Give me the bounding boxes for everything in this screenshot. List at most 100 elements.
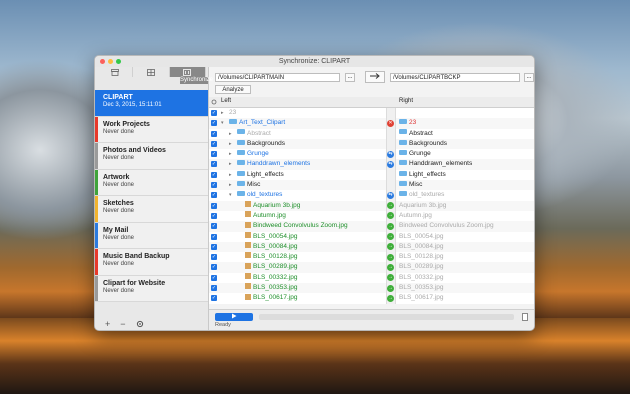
- minimize-window-button[interactable]: [108, 59, 113, 64]
- table-row[interactable]: ✓ BLS_00084.jpg → BLS_00084.jpg: [209, 241, 534, 253]
- close-window-button[interactable]: [100, 59, 105, 64]
- left-path-field[interactable]: /Volumes/CLIPARTMAIN: [215, 73, 340, 82]
- row-checkbox[interactable]: ✓: [211, 274, 217, 281]
- image-file-icon: [245, 262, 251, 269]
- tab-synchronize[interactable]: [169, 67, 206, 77]
- sync-action-icon[interactable]: →: [387, 263, 394, 271]
- row-checkbox[interactable]: ✓: [211, 171, 217, 178]
- table-row[interactable]: ✓ ▸ Misc Misc: [209, 180, 534, 191]
- table-row[interactable]: ✓ ▸ Handdrawn_elements ⇆ Handdrawn_elements: [209, 159, 534, 170]
- left-item-name: Misc: [247, 181, 261, 189]
- tab-grid[interactable]: [133, 67, 170, 77]
- table-row[interactable]: ✓ ▾ old_textures ⇆ old_textures: [209, 190, 534, 201]
- row-checkbox[interactable]: ✓: [211, 202, 217, 209]
- sync-action-icon[interactable]: →: [387, 274, 394, 282]
- left-browse-button[interactable]: ...: [345, 73, 355, 82]
- sidebar-task-item[interactable]: Work Projects Never done: [95, 116, 208, 143]
- sync-action-icon[interactable]: ⇆: [387, 191, 394, 199]
- row-checkbox[interactable]: ✓: [211, 182, 217, 189]
- table-row[interactable]: ✓ ▾ Art_Text_Clipart ✕ 23: [209, 118, 534, 129]
- sidebar-task-item[interactable]: My Mail Never done: [95, 222, 208, 249]
- start-sync-button[interactable]: [215, 313, 253, 321]
- table-row[interactable]: ✓ ▸ Light_effects Light_effects: [209, 169, 534, 181]
- table-row[interactable]: ✓ ▸ 23: [209, 108, 534, 119]
- table-row[interactable]: ✓ BLS_00332.jpg → BLS_00332.jpg: [209, 272, 534, 284]
- tab-archive[interactable]: [97, 67, 134, 77]
- table-row[interactable]: ✓ Aquarium 3b.jpg → Aquarium 3b.jpg: [209, 200, 534, 211]
- progress-bar: [259, 314, 514, 320]
- table-row[interactable]: ✓ BLS_00617.jpg → BLS_00617.jpg: [209, 293, 534, 304]
- left-item-name: BLS_00084.jpg: [253, 242, 298, 250]
- analyze-button[interactable]: Analyze: [215, 85, 251, 94]
- sync-action-icon[interactable]: →: [387, 294, 394, 302]
- sync-action-icon[interactable]: →: [387, 253, 394, 261]
- row-checkbox[interactable]: ✓: [211, 151, 217, 158]
- sidebar-task-item[interactable]: Music Band Backup Never done: [95, 249, 208, 276]
- table-row[interactable]: ✓ BLS_00353.jpg → BLS_00353.jpg: [209, 283, 534, 294]
- row-checkbox[interactable]: ✓: [211, 233, 217, 240]
- sync-action-icon[interactable]: →: [387, 222, 394, 230]
- gear-icon[interactable]: [136, 320, 144, 328]
- right-item: Autumn.jpg: [399, 211, 432, 221]
- sync-action-icon[interactable]: →: [387, 243, 394, 251]
- disclosure-triangle[interactable]: ▸: [229, 129, 237, 139]
- add-task-button[interactable]: +: [105, 319, 110, 329]
- disclosure-triangle[interactable]: ▸: [229, 149, 237, 159]
- disclosure-triangle[interactable]: ▸: [221, 108, 229, 118]
- left-item: BLS_00332.jpg: [221, 273, 402, 283]
- sync-action-icon[interactable]: ⇆: [387, 150, 394, 158]
- row-checkbox[interactable]: ✓: [211, 161, 217, 168]
- task-status: Never done: [103, 234, 135, 241]
- row-checkbox[interactable]: ✓: [211, 243, 217, 250]
- row-checkbox[interactable]: ✓: [211, 295, 217, 302]
- sidebar-task-item[interactable]: Sketches Never done: [95, 196, 208, 223]
- task-color-bar: [95, 90, 98, 116]
- sync-action-icon[interactable]: ✕: [387, 119, 394, 127]
- sync-action-icon[interactable]: →: [387, 233, 394, 241]
- grid-icon: [147, 68, 155, 76]
- sidebar-task-item[interactable]: Photos and Videos Never done: [95, 143, 208, 170]
- sync-direction-button[interactable]: [365, 71, 385, 83]
- remove-task-button[interactable]: −: [120, 319, 125, 329]
- table-row[interactable]: ✓ Autumn.jpg → Autumn.jpg: [209, 210, 534, 222]
- disclosure-triangle[interactable]: ▸: [229, 139, 237, 149]
- left-item-name: BLS_00332.jpg: [253, 273, 298, 281]
- sidebar-task-item[interactable]: Artwork Never done: [95, 169, 208, 196]
- table-row[interactable]: ✓ ▸ Grunge ⇆ Grunge: [209, 149, 534, 160]
- table-row[interactable]: ✓ Bindweed Convolvulus Zoom.jpg → Bindweed …: [209, 221, 534, 232]
- row-checkbox[interactable]: ✓: [211, 264, 217, 271]
- log-document-icon[interactable]: [522, 313, 528, 321]
- row-checkbox[interactable]: ✓: [211, 254, 217, 261]
- disclosure-triangle[interactable]: ▾: [221, 118, 229, 128]
- sync-action-icon[interactable]: →: [387, 202, 394, 210]
- zoom-window-button[interactable]: [116, 59, 121, 64]
- table-row[interactable]: ✓ ▸ Abstract Abstract: [209, 128, 534, 139]
- disclosure-triangle[interactable]: ▸: [229, 180, 237, 190]
- row-checkbox[interactable]: ✓: [211, 212, 217, 219]
- disclosure-triangle[interactable]: ▸: [229, 170, 237, 180]
- row-checkbox[interactable]: ✓: [211, 223, 217, 230]
- table-row[interactable]: ✓ ▸ Backgrounds Backgrounds: [209, 138, 534, 150]
- disclosure-triangle[interactable]: ▸: [229, 159, 237, 169]
- right-browse-button[interactable]: ...: [524, 73, 534, 82]
- table-row[interactable]: ✓ BLS_00054.jpg → BLS_00054.jpg: [209, 231, 534, 242]
- table-row[interactable]: ✓ BLS_00289.jpg → BLS_00289.jpg: [209, 262, 534, 273]
- right-path-field[interactable]: /Volumes/CLIPARTBCKP: [390, 73, 520, 82]
- left-item-name: BLS_00289.jpg: [253, 263, 298, 271]
- settings-icon[interactable]: [211, 99, 217, 105]
- sync-action-icon[interactable]: →: [387, 212, 394, 220]
- sidebar-task-item[interactable]: Clipart for Website Never done: [95, 275, 208, 302]
- sync-action-icon[interactable]: ⇆: [387, 160, 394, 168]
- sidebar-task-item[interactable]: CLIPART Dec 3, 2015, 15:11:01: [95, 90, 208, 117]
- row-checkbox[interactable]: ✓: [211, 120, 217, 127]
- row-checkbox[interactable]: ✓: [211, 140, 217, 147]
- row-checkbox[interactable]: ✓: [211, 192, 217, 199]
- disclosure-triangle[interactable]: ▾: [229, 190, 237, 200]
- left-item-name: Handdrawn_elements: [247, 160, 311, 168]
- table-row[interactable]: ✓ BLS_00128.jpg → BLS_00128.jpg: [209, 252, 534, 263]
- right-item: BLS_00332.jpg: [399, 273, 443, 283]
- row-checkbox[interactable]: ✓: [211, 285, 217, 292]
- sync-action-icon[interactable]: →: [387, 284, 394, 292]
- row-checkbox[interactable]: ✓: [211, 110, 217, 116]
- row-checkbox[interactable]: ✓: [211, 130, 217, 137]
